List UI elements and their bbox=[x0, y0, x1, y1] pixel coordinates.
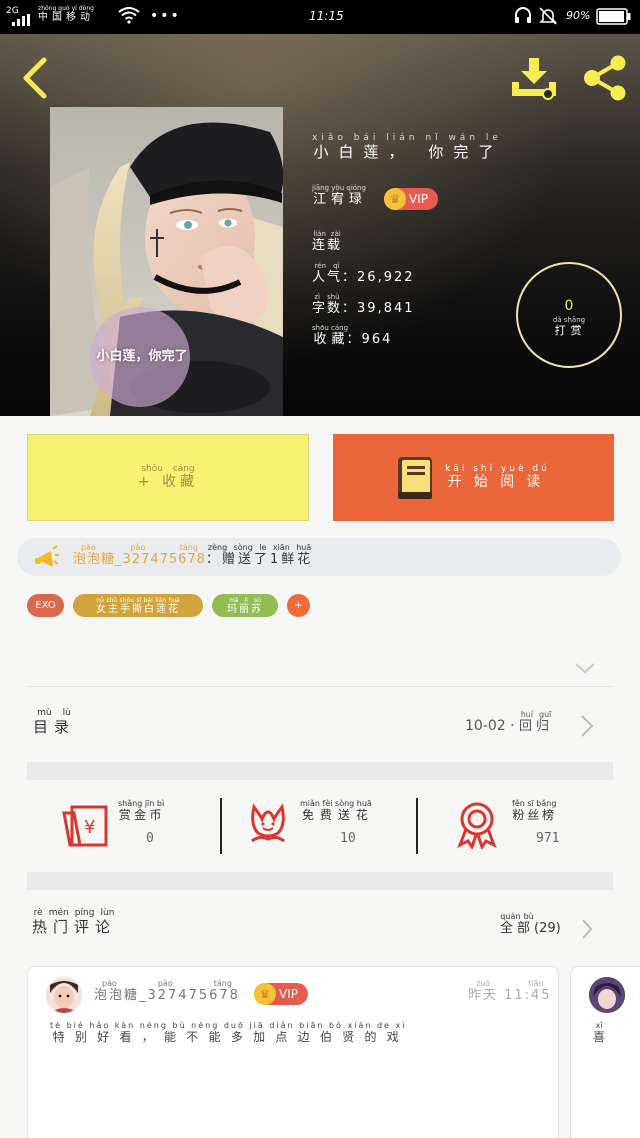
book-title: 小白莲， 你完了xiǎo bái lián nǐ wán le bbox=[312, 133, 502, 161]
all-comments-count: (29) bbox=[534, 921, 561, 936]
reward-label: 打赏dǎ shǎng bbox=[552, 316, 586, 337]
fan-ranking-stat[interactable]: 粉丝榜fěn sī bǎng 971 bbox=[454, 795, 640, 855]
popularity-value: 26,922 bbox=[357, 270, 415, 285]
more-dots-icon: ••• bbox=[150, 8, 181, 24]
cover-caption: 小白莲，你完了 bbox=[96, 349, 188, 364]
reward-button[interactable]: 0 打赏dǎ shǎng bbox=[516, 262, 622, 368]
medal-icon bbox=[457, 802, 497, 849]
book-icon bbox=[398, 456, 433, 499]
comment-text: 特别好看，能不能多加点边伯贤的戏tè bié hǎo kàn néng bù n… bbox=[50, 1021, 407, 1044]
chevron-right-icon bbox=[581, 715, 594, 737]
collect-button[interactable]: + 收藏shōu cáng bbox=[27, 434, 309, 521]
free-flowers-stat[interactable]: 免费送花miǎn fèi sòng huā 10 bbox=[248, 795, 438, 855]
wifi-icon bbox=[118, 6, 140, 27]
section-separator bbox=[27, 762, 613, 780]
fan-ranking-value: 971 bbox=[536, 831, 560, 846]
clock: 11:15 bbox=[309, 9, 344, 23]
gift-ticker: 泡泡糖_327475678pào pào táng：赠送了1鲜花zèng sòn… bbox=[17, 538, 621, 576]
download-icon bbox=[512, 58, 556, 100]
comment-card[interactable]: 泡泡糖_327475678pào pào táng ♛ VIP 昨天 11:45… bbox=[27, 966, 559, 1138]
share-icon bbox=[584, 55, 626, 101]
catalog-label: 目录mù lù bbox=[33, 708, 76, 736]
catalog-row[interactable]: 目录mù lù 10-02 · 回归huí guī bbox=[27, 700, 613, 752]
section-separator bbox=[27, 872, 613, 890]
favorites-value: 964 bbox=[361, 332, 393, 347]
divider bbox=[220, 798, 222, 854]
start-reading-label: 开始阅读kāi shǐ yuè dú bbox=[445, 464, 550, 490]
back-button[interactable] bbox=[18, 56, 54, 100]
tag-heroine[interactable]: 女主手撕白莲花nǚ zhǔ shǒu sī bái lián huā bbox=[73, 594, 203, 617]
vip-badge: ♛ VIP bbox=[254, 983, 308, 1005]
tag-exo[interactable]: EXO bbox=[27, 594, 64, 617]
comment-text: 喜xǐ bbox=[593, 1021, 606, 1044]
book-status: 连载lián zài bbox=[312, 230, 343, 253]
free-flowers-value: 10 bbox=[340, 831, 356, 846]
chevron-down-icon bbox=[575, 663, 595, 674]
book-cover[interactable]: 小白莲，你完了 bbox=[50, 107, 283, 416]
comment-time: 昨天 11:45zuó tiān bbox=[468, 979, 552, 1003]
svg-text:¥: ¥ bbox=[84, 817, 95, 838]
crown-icon: ♛ bbox=[384, 188, 406, 210]
status-bar: 2G 中国移动zhōng guó yí dòng ••• 11:15 90% bbox=[0, 0, 640, 34]
signal-icon bbox=[12, 14, 32, 29]
tag-mary-sue[interactable]: 玛丽苏mǎ lì sū bbox=[212, 594, 278, 617]
book-author[interactable]: 江宥琭jiāng yòu qióng bbox=[312, 184, 366, 207]
flower-icon bbox=[251, 803, 285, 843]
start-reading-button[interactable]: 开始阅读kāi shǐ yuè dú bbox=[333, 434, 614, 521]
vip-badge: ♛ VIP bbox=[384, 188, 438, 210]
add-tag-button[interactable]: + bbox=[287, 594, 310, 617]
crown-icon: ♛ bbox=[254, 983, 276, 1005]
headset-icon bbox=[513, 6, 533, 29]
avatar[interactable] bbox=[46, 977, 82, 1013]
word-count-row: 字数zì shù：39,841 bbox=[312, 293, 415, 316]
carrier-name: 中国移动zhōng guó yí dòng bbox=[38, 5, 94, 23]
word-count-value: 39,841 bbox=[357, 301, 415, 316]
divider bbox=[27, 686, 613, 687]
ticker-message: ：赠送了1鲜花zèng sòng le xiān huā bbox=[205, 543, 314, 567]
latest-chapter-date: 10-02 bbox=[465, 718, 506, 734]
ticker-user[interactable]: 泡泡糖_327475678pào pào táng bbox=[73, 543, 206, 567]
divider bbox=[416, 798, 418, 854]
chevron-left-icon bbox=[23, 57, 47, 99]
download-button[interactable] bbox=[509, 56, 559, 100]
all-comments-link[interactable]: 全部quán bù(29) bbox=[500, 912, 600, 946]
comment-user[interactable]: 泡泡糖_327475678pào pào táng bbox=[94, 979, 240, 1003]
share-button[interactable] bbox=[582, 54, 628, 102]
battery-icon bbox=[596, 8, 632, 28]
popularity-row: 人气rén qì：26,922 bbox=[312, 262, 415, 285]
hot-comments-title: 热门评论rè mén píng lùn bbox=[32, 908, 117, 936]
avatar[interactable] bbox=[589, 977, 625, 1013]
red-envelope-icon: ¥ bbox=[62, 805, 108, 847]
collect-label: + 收藏shōu cáng bbox=[137, 464, 199, 490]
reward-count: 0 bbox=[564, 298, 574, 314]
reward-coins-stat[interactable]: ¥ 赏金币shǎng jīn bì 0 bbox=[56, 795, 246, 855]
megaphone-icon bbox=[35, 545, 59, 567]
chevron-right-icon bbox=[582, 919, 593, 939]
favorites-row: 收藏shōu cáng：964 bbox=[312, 324, 393, 347]
comment-card[interactable]: 喜xǐ bbox=[570, 966, 640, 1138]
expand-button[interactable] bbox=[572, 658, 598, 678]
latest-chapter-title: 回归huí guī bbox=[519, 710, 554, 734]
battery-percent: 90% bbox=[566, 9, 591, 22]
reward-coins-value: 0 bbox=[146, 831, 154, 846]
bell-muted-icon bbox=[538, 6, 558, 29]
book-hero: 小白莲，你完了 小白莲， 你完了xiǎo bái lián nǐ wán le … bbox=[0, 34, 640, 416]
